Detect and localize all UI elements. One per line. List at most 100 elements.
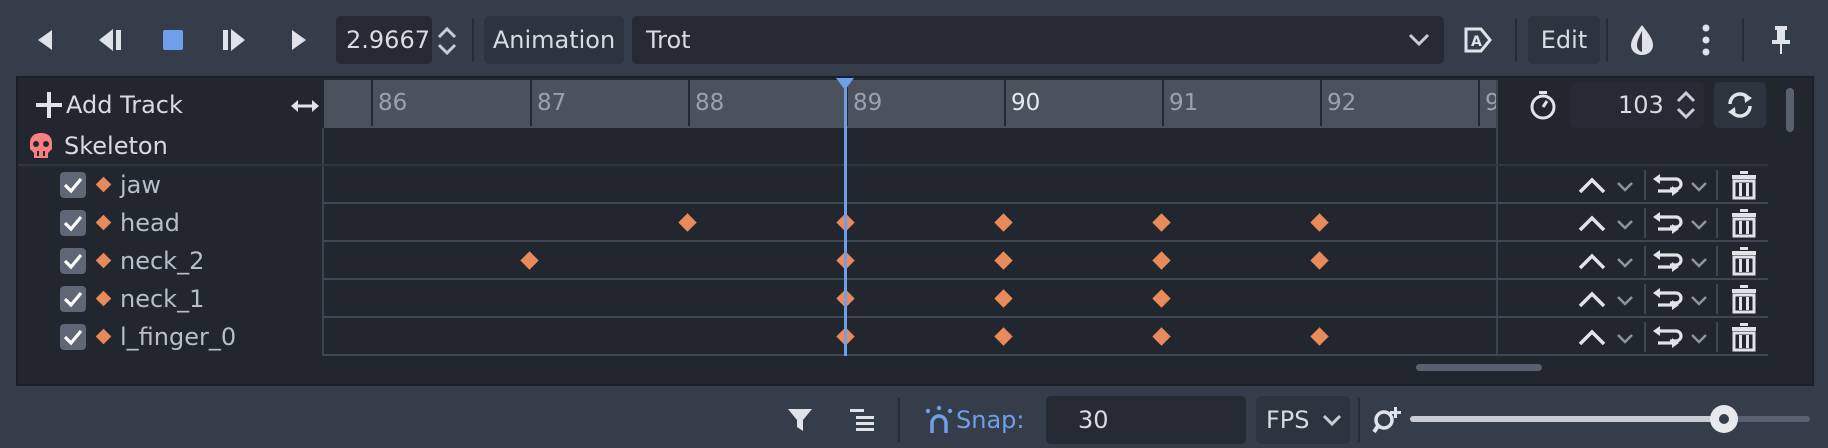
interpolation-mode-button[interactable] (1576, 166, 1638, 204)
track-enable-checkbox[interactable] (60, 286, 86, 312)
bottom-separator (898, 398, 900, 442)
loop-wrap-mode-button[interactable] (1648, 318, 1712, 356)
keyframe[interactable] (994, 213, 1013, 232)
trash-icon (1732, 171, 1756, 200)
track-type-icon (95, 252, 112, 269)
horizontal-scrollbar[interactable] (1416, 364, 1542, 371)
track-row[interactable]: neck_2 (18, 242, 322, 280)
play-backwards-icon[interactable] (30, 24, 60, 56)
toolbar-separator (472, 18, 474, 62)
loop-wrap-icon (1653, 326, 1683, 348)
track-enable-checkbox[interactable] (60, 248, 86, 274)
node-row[interactable]: Skeleton (18, 128, 1768, 164)
edit-menu-button[interactable]: Edit (1528, 16, 1600, 64)
keyframe[interactable] (1152, 213, 1171, 232)
snap-label: Snap: (956, 406, 1025, 434)
length-spinner-icon[interactable] (1672, 86, 1700, 124)
chevron-down-icon (1617, 296, 1633, 306)
track-row[interactable]: l_finger_0 (18, 318, 322, 356)
loop-wrap-icon (1653, 212, 1683, 234)
track-enable-checkbox[interactable] (60, 172, 86, 198)
interpolation-mode-button[interactable] (1576, 280, 1638, 318)
loop-toggle-button[interactable] (1714, 82, 1766, 128)
keyframe[interactable] (994, 289, 1013, 308)
remove-track-button[interactable] (1726, 166, 1762, 204)
play-backwards-from-end-icon[interactable] (92, 24, 126, 56)
node-name: Skeleton (64, 132, 168, 160)
chevron-down-icon (1320, 410, 1344, 430)
bottom-separator (1358, 398, 1360, 442)
toolbar-separator (1606, 18, 1608, 62)
check-icon (63, 253, 83, 270)
keyframe[interactable] (1310, 327, 1329, 346)
frame-label: 86 (378, 90, 408, 116)
group-tracks-icon[interactable] (844, 402, 880, 438)
loop-wrap-mode-button[interactable] (1648, 166, 1712, 204)
edit-label: Edit (1540, 26, 1588, 54)
zoom-slider-handle[interactable] (1710, 405, 1738, 433)
stopwatch-icon (1526, 88, 1560, 122)
interpolation-mode-button[interactable] (1576, 318, 1638, 356)
expand-track-names-icon[interactable] (288, 92, 322, 120)
animation-name: Trot (646, 26, 691, 54)
autoplay-on-load-icon[interactable]: A (1460, 22, 1496, 58)
add-track-label: Add Track (66, 91, 183, 119)
loop-wrap-icon (1653, 250, 1683, 272)
snap-value-input[interactable]: 30 (1046, 396, 1246, 444)
keyframe[interactable] (994, 327, 1013, 346)
pin-icon[interactable] (1766, 22, 1796, 58)
animation-length-input[interactable]: 103 (1570, 82, 1704, 128)
time-spinner-icon[interactable] (432, 20, 462, 62)
keyframe[interactable] (1152, 251, 1171, 270)
add-track-button[interactable]: Add Track (34, 88, 254, 122)
keyframe[interactable] (1152, 327, 1171, 346)
playhead[interactable] (844, 80, 847, 356)
remove-track-button[interactable] (1726, 280, 1762, 318)
playhead-handle[interactable] (836, 78, 854, 90)
play-from-start-icon[interactable] (218, 24, 252, 56)
stop-icon[interactable] (158, 24, 188, 56)
timeline-ruler[interactable]: 86 87 88 89 90 91 92 9 (324, 80, 1498, 128)
remove-track-button[interactable] (1726, 318, 1762, 356)
keyframe[interactable] (994, 251, 1013, 270)
svg-text:A: A (1471, 34, 1482, 50)
loop-wrap-mode-button[interactable] (1648, 280, 1712, 318)
chevron-down-icon (1406, 28, 1432, 52)
loop-wrap-mode-button[interactable] (1648, 242, 1712, 280)
keyframe[interactable] (1152, 289, 1171, 308)
track-row[interactable]: jaw (18, 166, 322, 204)
onion-skinning-icon[interactable] (1624, 20, 1660, 60)
track-name: l_finger_0 (120, 323, 237, 351)
play-icon[interactable] (284, 24, 314, 56)
remove-track-button[interactable] (1726, 242, 1762, 280)
animation-menu-button[interactable]: Animation (484, 16, 624, 64)
loop-wrap-mode-button[interactable] (1648, 204, 1712, 242)
track-name: neck_1 (120, 285, 205, 313)
more-options-icon[interactable] (1694, 20, 1718, 60)
keyframe[interactable] (520, 251, 539, 270)
loop-icon (1728, 92, 1752, 118)
keyframe-area[interactable] (324, 166, 1496, 356)
chevron-down-icon (1617, 220, 1633, 230)
filter-icon[interactable] (782, 402, 818, 438)
interpolation-mode-button[interactable] (1576, 204, 1638, 242)
loop-wrap-icon (1653, 174, 1683, 196)
animation-editor: 2.9667 Animation Trot A Edit Add Track 8… (0, 0, 1828, 448)
snap-unit-select[interactable]: FPS (1256, 396, 1350, 444)
chevron-down-icon (1691, 296, 1707, 306)
track-row[interactable]: neck_1 (18, 280, 322, 318)
vertical-scrollbar[interactable] (1786, 88, 1794, 132)
keyframe[interactable] (1310, 251, 1329, 270)
track-name: head (120, 209, 180, 237)
keyframe[interactable] (1310, 213, 1329, 232)
animation-select[interactable]: Trot (632, 16, 1444, 64)
keyframe[interactable] (678, 213, 697, 232)
track-row[interactable]: head (18, 204, 322, 242)
interpolation-mode-button[interactable] (1576, 242, 1638, 280)
track-enable-checkbox[interactable] (60, 324, 86, 350)
remove-track-button[interactable] (1726, 204, 1762, 242)
time-input[interactable]: 2.9667 (336, 16, 432, 64)
track-enable-checkbox[interactable] (60, 210, 86, 236)
snap-toggle[interactable]: Snap: (924, 402, 1044, 438)
toolbar-separator (1742, 18, 1744, 62)
